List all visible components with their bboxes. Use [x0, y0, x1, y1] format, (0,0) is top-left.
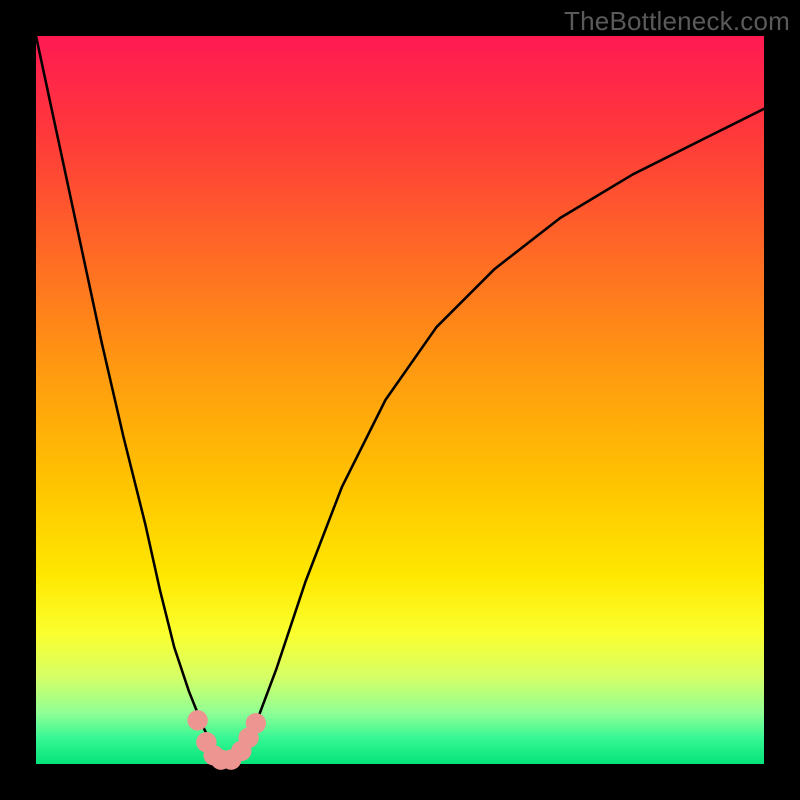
optimum-band-markers — [187, 710, 266, 770]
frame: TheBottleneck.com — [0, 0, 800, 800]
bottleneck-curve — [36, 36, 764, 764]
watermark-text: TheBottleneck.com — [564, 6, 790, 37]
optimum-marker — [246, 713, 266, 733]
optimum-marker — [187, 710, 207, 730]
plot-area — [36, 36, 764, 764]
